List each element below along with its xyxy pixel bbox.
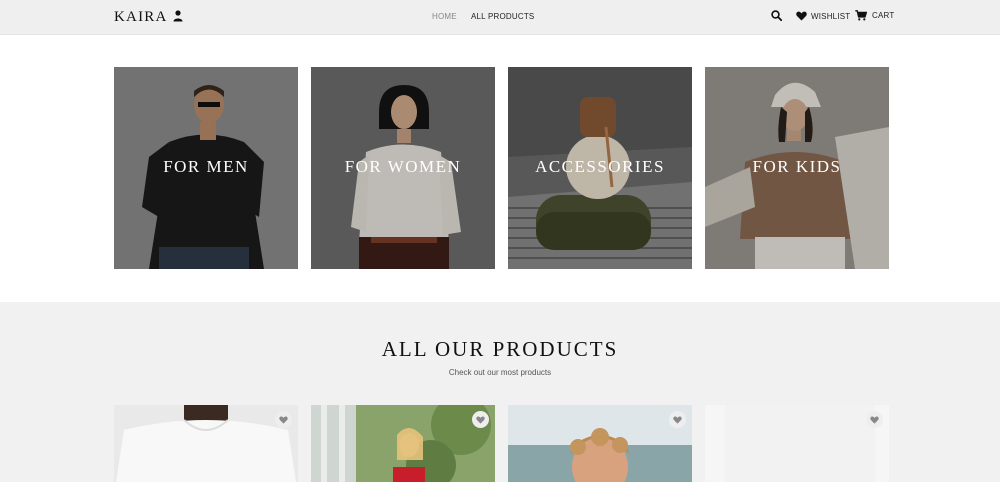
cart-label: CART bbox=[872, 11, 895, 20]
nav-home[interactable]: HOME bbox=[432, 12, 457, 21]
product-card[interactable] bbox=[311, 405, 495, 482]
heart-icon bbox=[476, 415, 485, 424]
product-card[interactable] bbox=[508, 405, 692, 482]
product-image bbox=[705, 405, 889, 482]
category-title-women: FOR WOMEN bbox=[344, 157, 462, 176]
heart-icon bbox=[870, 415, 879, 424]
category-title-accessories: ACCESSORIES bbox=[535, 157, 665, 176]
category-title-kids: FOR KIDS bbox=[752, 157, 842, 176]
cart-link[interactable]: CART bbox=[855, 10, 894, 21]
user-icon[interactable] bbox=[173, 10, 183, 22]
wishlist-link[interactable]: WISHLIST bbox=[796, 11, 850, 21]
product-card[interactable] bbox=[114, 405, 298, 482]
category-card-kids[interactable]: FOR KIDS bbox=[705, 67, 889, 269]
logo[interactable]: KAIRA bbox=[114, 9, 168, 26]
heart-icon bbox=[796, 11, 807, 21]
category-title-men: FOR MEN bbox=[163, 157, 249, 176]
product-card[interactable] bbox=[705, 405, 889, 482]
site-header: KAIRA HOME ALL PRODUCTS WISHLIST CART bbox=[0, 0, 1000, 35]
product-image bbox=[114, 405, 298, 482]
products-section: ALL OUR PRODUCTS Check out our most prod… bbox=[0, 302, 1000, 482]
section-subtitle: Check out our most products bbox=[448, 368, 552, 377]
category-card-men[interactable]: FOR MEN bbox=[114, 67, 298, 269]
wishlist-button[interactable] bbox=[275, 411, 292, 428]
cart-icon bbox=[855, 10, 867, 21]
wishlist-button[interactable] bbox=[472, 411, 489, 428]
heart-icon bbox=[279, 415, 288, 424]
product-image bbox=[508, 405, 692, 482]
category-card-accessories[interactable]: ACCESSORIES bbox=[508, 67, 692, 269]
search-icon[interactable] bbox=[771, 10, 782, 21]
product-image bbox=[311, 405, 495, 482]
category-card-women[interactable]: FOR WOMEN bbox=[311, 67, 495, 269]
wishlist-button[interactable] bbox=[669, 411, 686, 428]
wishlist-button[interactable] bbox=[866, 411, 883, 428]
nav-all-products[interactable]: ALL PRODUCTS bbox=[471, 12, 534, 21]
section-title: ALL OUR PRODUCTS bbox=[381, 337, 619, 361]
wishlist-label: WISHLIST bbox=[811, 11, 851, 21]
heart-icon bbox=[673, 415, 682, 424]
